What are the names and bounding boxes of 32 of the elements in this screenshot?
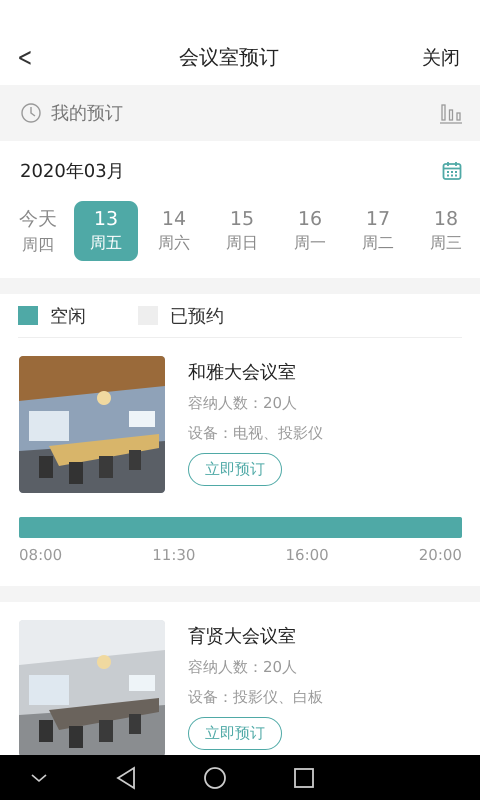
room-equipment: 设备：投影仪、白板 bbox=[188, 688, 323, 707]
room-equipment: 设备：电视、投影仪 bbox=[188, 424, 323, 443]
back-button[interactable]: < bbox=[17, 42, 33, 72]
hide-keyboard-icon[interactable] bbox=[30, 772, 48, 782]
date-tab[interactable]: 14 周六 bbox=[142, 201, 206, 261]
date-tab[interactable]: 16 周一 bbox=[278, 201, 342, 261]
close-button[interactable]: 关闭 bbox=[422, 44, 460, 70]
page-title: 会议室预订 bbox=[178, 44, 279, 71]
date-tab[interactable]: 18 周三 bbox=[414, 201, 478, 261]
back-icon[interactable] bbox=[114, 766, 136, 790]
clock-icon bbox=[20, 102, 42, 124]
date-tab[interactable]: 13 周五 bbox=[74, 201, 138, 261]
time-label: 08:00 bbox=[19, 546, 62, 564]
calendar-icon[interactable] bbox=[442, 161, 462, 181]
book-now-button[interactable]: 立即预订 bbox=[188, 453, 282, 486]
room-name: 和雅大会议室 bbox=[188, 361, 296, 384]
book-now-button[interactable]: 立即预订 bbox=[188, 717, 282, 750]
room-capacity: 容纳人数：20人 bbox=[188, 394, 298, 413]
recent-apps-icon[interactable] bbox=[294, 768, 314, 788]
time-label: 16:00 bbox=[286, 546, 329, 564]
date-tab[interactable]: 15 周日 bbox=[210, 201, 274, 261]
date-tab[interactable]: 17 周二 bbox=[346, 201, 410, 261]
legend-label: 已预约 bbox=[170, 304, 224, 328]
legend-label: 空闲 bbox=[50, 304, 86, 328]
room-name: 育贤大会议室 bbox=[188, 625, 296, 648]
room-capacity: 容纳人数：20人 bbox=[188, 658, 298, 677]
home-icon[interactable] bbox=[203, 766, 227, 790]
time-label: 20:00 bbox=[418, 546, 462, 564]
date-tab[interactable]: 今天 周四 bbox=[6, 201, 70, 261]
time-label: 11:30 bbox=[152, 546, 196, 564]
my-bookings-bar[interactable]: 我的预订 bbox=[0, 85, 480, 141]
month-label: 2020年03月 bbox=[20, 160, 125, 183]
